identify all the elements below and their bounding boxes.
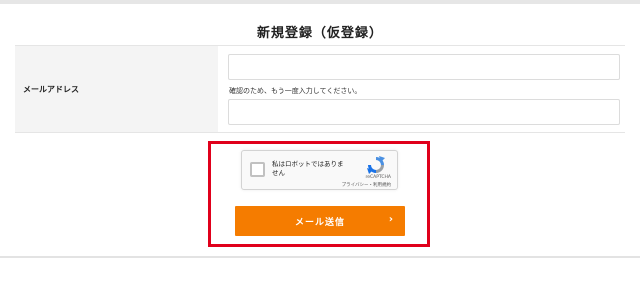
send-email-label: メール送信 — [294, 217, 345, 228]
email-input[interactable] — [228, 54, 620, 80]
send-email-button[interactable]: メール送信 › — [235, 206, 405, 236]
recaptcha-links[interactable]: プライバシー・利用規約 — [342, 182, 391, 188]
email-form-row: メールアドレス 確認のため、もう一度入力してください。 — [15, 45, 625, 133]
page-title: 新規登録（仮登録） — [256, 26, 383, 41]
email-confirm-input[interactable] — [228, 99, 620, 125]
recaptcha-brand: reCAPTCHA — [365, 175, 391, 180]
chevron-right-icon: › — [388, 214, 393, 225]
recaptcha-checkbox[interactable] — [250, 162, 265, 177]
top-divider — [0, 0, 640, 4]
recaptcha-logo-icon — [367, 156, 385, 174]
recaptcha-widget: 私はロボットではありません reCAPTCHA プライバシー・利用規約 — [241, 150, 398, 190]
recaptcha-label: 私はロボットではありません — [272, 160, 344, 177]
bottom-divider — [0, 256, 640, 258]
email-label: メールアドレス — [23, 84, 79, 94]
email-field-cell: 確認のため、もう一度入力してください。 — [218, 46, 625, 132]
email-confirm-hint: 確認のため、もう一度入力してください。 — [229, 87, 362, 95]
email-label-cell: メールアドレス — [15, 46, 218, 132]
